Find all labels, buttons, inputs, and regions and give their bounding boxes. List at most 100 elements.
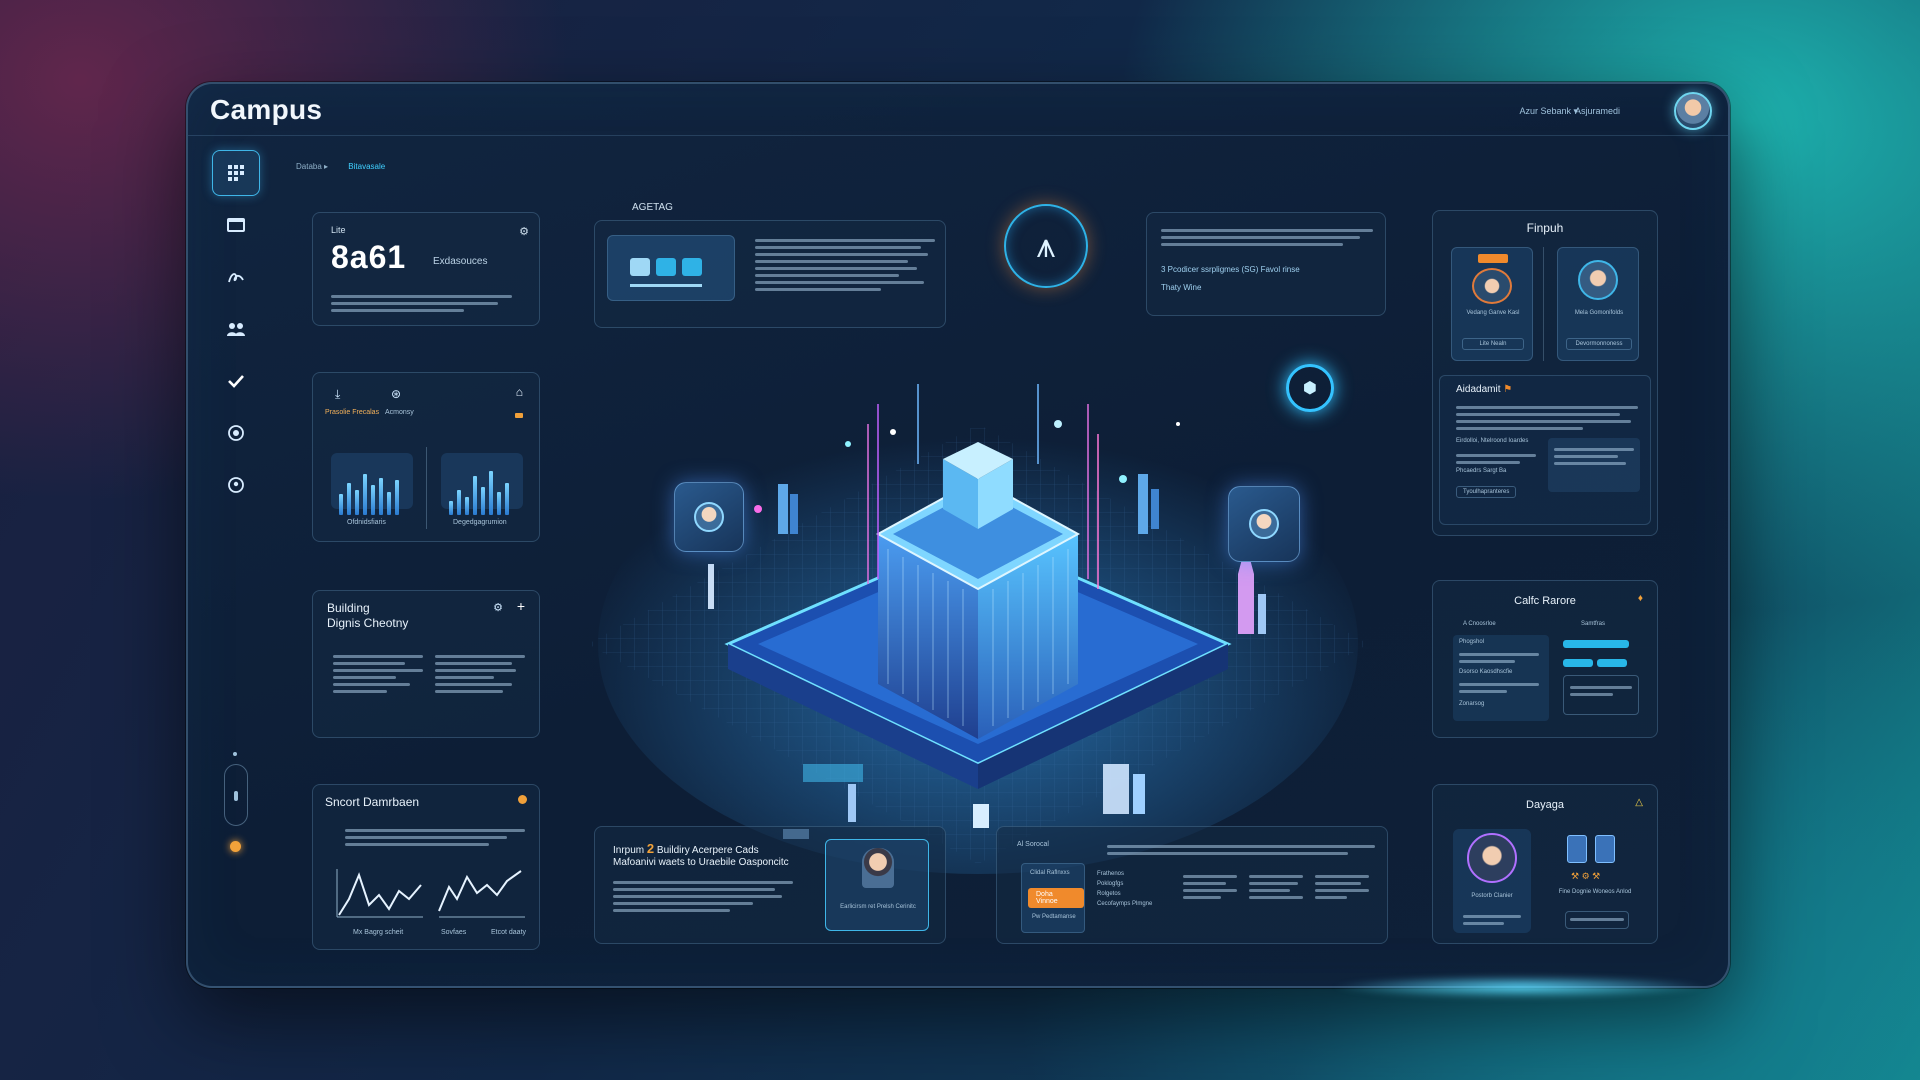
calc-box[interactable] [1563, 675, 1639, 715]
sidebar-item-tasks[interactable] [212, 358, 260, 404]
section-button[interactable]: Tyoulhapranteres [1456, 486, 1517, 498]
calc-card: Calfc Rarore ♦ A Cnoosrloe Samtfras Phog… [1432, 580, 1658, 738]
app-title: Campus [210, 94, 323, 125]
info-panel: 3 Pcodicer ssrpligmes (SG) Favol rinse T… [1146, 212, 1386, 316]
bar [481, 487, 485, 515]
calc-bar[interactable] [1563, 659, 1593, 667]
sidebar-item-sign[interactable] [212, 254, 260, 300]
calc-bar[interactable] [1597, 659, 1627, 667]
stat-value: 8a61 [331, 239, 407, 275]
device-button[interactable] [1565, 911, 1629, 929]
smart-label-3: Etcot daaty [491, 929, 527, 936]
account-menu[interactable]: Azur Sebank ▾ [1519, 106, 1578, 117]
building-title-1: Building [327, 601, 370, 615]
scroll-thumb[interactable] [234, 791, 238, 801]
person-card-1[interactable]: Vedang Ganve Kasl Lite Nealn [1451, 247, 1533, 361]
breadcrumb-item[interactable]: Databa ▸ [296, 162, 328, 171]
people-icon [227, 323, 245, 336]
preview-window[interactable] [607, 235, 735, 301]
bar-chart-1 [339, 467, 399, 515]
calc-bar[interactable] [1563, 640, 1629, 648]
preview-tile [682, 258, 702, 276]
bar [505, 483, 509, 515]
alert-icon [518, 795, 527, 804]
bar [489, 471, 493, 515]
scroll-dot [233, 752, 237, 756]
finpuh-title: Finpuh [1526, 221, 1564, 235]
pin-icon[interactable]: ♦ [1638, 593, 1643, 604]
dayaga-title: Dayaga [1526, 799, 1564, 811]
sidebar-item-dashboard[interactable] [212, 150, 260, 196]
user-avatar[interactable] [1674, 92, 1712, 130]
person-card-2[interactable]: Mela Gomonifolds Devormonnoness [1557, 247, 1639, 361]
refresh-icon[interactable]: ⚙ [519, 225, 529, 238]
preview-tile [656, 258, 676, 276]
scrollbar[interactable] [224, 764, 248, 826]
dayaga-card: Dayaga △ Postorb Clanier ⚒ ⚙ ⚒ Fine Dogn… [1432, 784, 1658, 944]
profile-card[interactable]: Earlicirsm ret Prelsh Cerinitc [825, 839, 929, 931]
chart-label-1: Prasolie Frecalas [325, 409, 380, 416]
stat-unit: Exdasouces [433, 256, 488, 267]
calc-item: Dsorso Kaosdhscfie [1459, 669, 1513, 675]
download-icon[interactable]: ⤓ [335, 387, 340, 402]
add-icon[interactable]: + [517, 598, 525, 614]
badge [1478, 254, 1508, 263]
avatar-icon [1249, 509, 1279, 539]
person-name: Mela Gomonifolds [1574, 310, 1624, 316]
building-list-left [333, 651, 423, 697]
grid-icon [228, 165, 244, 181]
person-avatar [1472, 268, 1512, 304]
building-card: Building Dignis Cheotny ⚙ + [312, 590, 540, 738]
info-text [1161, 225, 1373, 250]
building-title-2: Dignis Cheotny [327, 616, 409, 630]
profile-tile-left[interactable] [674, 482, 744, 552]
person-card[interactable]: Postorb Clanier [1453, 829, 1531, 933]
status-box: Clidal Raflnxxs Doha Vinnoe Pw Pedtamans… [1021, 863, 1085, 933]
heading-prefix: Inrpum [613, 845, 645, 856]
breadcrumb-item-active[interactable]: Bitavasale [348, 162, 385, 171]
divider [1543, 247, 1544, 361]
preview-bar [630, 284, 702, 287]
person-button[interactable]: Devormonnoness [1566, 338, 1632, 350]
settings-icon[interactable]: ⚙ [493, 601, 503, 614]
settings-icon[interactable]: ⊛ [391, 387, 401, 401]
line-chart-2 [438, 870, 525, 918]
flag-icon: ⚑ [1503, 384, 1513, 395]
sidebar-item-windows[interactable] [212, 202, 260, 248]
device-icon [1567, 835, 1587, 863]
smart-title: Sncort Damrbaen [325, 795, 420, 809]
panel-text [1107, 841, 1375, 859]
profile-tile-right[interactable] [1228, 486, 1300, 562]
calc-item: Phogshol [1459, 639, 1485, 645]
section-lines [1456, 450, 1536, 468]
list-item: Frathenos [1097, 871, 1125, 877]
bar [339, 494, 343, 515]
detail-columns [1183, 871, 1369, 903]
person-photo [862, 848, 894, 888]
bar [449, 501, 453, 515]
panel-text [755, 235, 935, 295]
sidebar-item-targets[interactable] [212, 410, 260, 456]
header-link[interactable]: Asjuramedi [1575, 106, 1620, 116]
action-button[interactable]: Doha Vinnoe [1028, 888, 1084, 908]
bar [379, 478, 383, 515]
person-caption: Postorb Clanier [1471, 893, 1513, 899]
section-text [1456, 402, 1638, 434]
sidebar [212, 150, 264, 514]
sidebar-item-location[interactable] [212, 462, 260, 508]
bar [473, 476, 477, 515]
compass-icon[interactable]: ⩚ [1004, 204, 1088, 288]
tools-icon: ⚒ ⚙ ⚒ [1571, 871, 1601, 881]
signature-icon [228, 273, 244, 283]
profile-caption: Earlicirsm ret Prelsh Cerinitc [840, 904, 916, 910]
building-list-right [435, 651, 525, 697]
section-sub-1: Eirdolloi, Ntelroond Ioardes [1456, 438, 1529, 444]
person-button[interactable]: Lite Nealn [1462, 338, 1524, 350]
section-box [1548, 438, 1640, 492]
home-icon[interactable]: ⌂ [516, 385, 523, 399]
warning-icon[interactable]: △ [1635, 797, 1643, 808]
panel-header: Al Sorocal [1017, 841, 1049, 848]
location-marker-icon[interactable]: ⬢ [1286, 364, 1334, 412]
charts-card: ⤓ ⊛ ⌂ Prasolie Frecalas Acmonsy Ofdnidsf… [312, 372, 540, 542]
sidebar-item-people[interactable] [212, 306, 260, 352]
